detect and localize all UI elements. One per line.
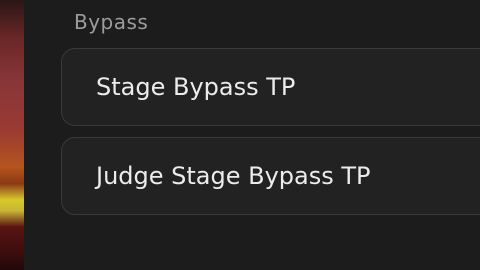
option-label: Judge Stage Bypass TP [96, 162, 371, 190]
game-viewport-strip [0, 0, 24, 270]
section-title: Bypass [74, 10, 149, 34]
settings-panel [24, 0, 480, 270]
window-root: Bypass Stage Bypass TP Judge Stage Bypas… [0, 0, 480, 270]
stage-bypass-tp-button[interactable]: Stage Bypass TP [61, 48, 480, 126]
option-label: Stage Bypass TP [96, 73, 296, 101]
judge-stage-bypass-tp-button[interactable]: Judge Stage Bypass TP [61, 137, 480, 215]
